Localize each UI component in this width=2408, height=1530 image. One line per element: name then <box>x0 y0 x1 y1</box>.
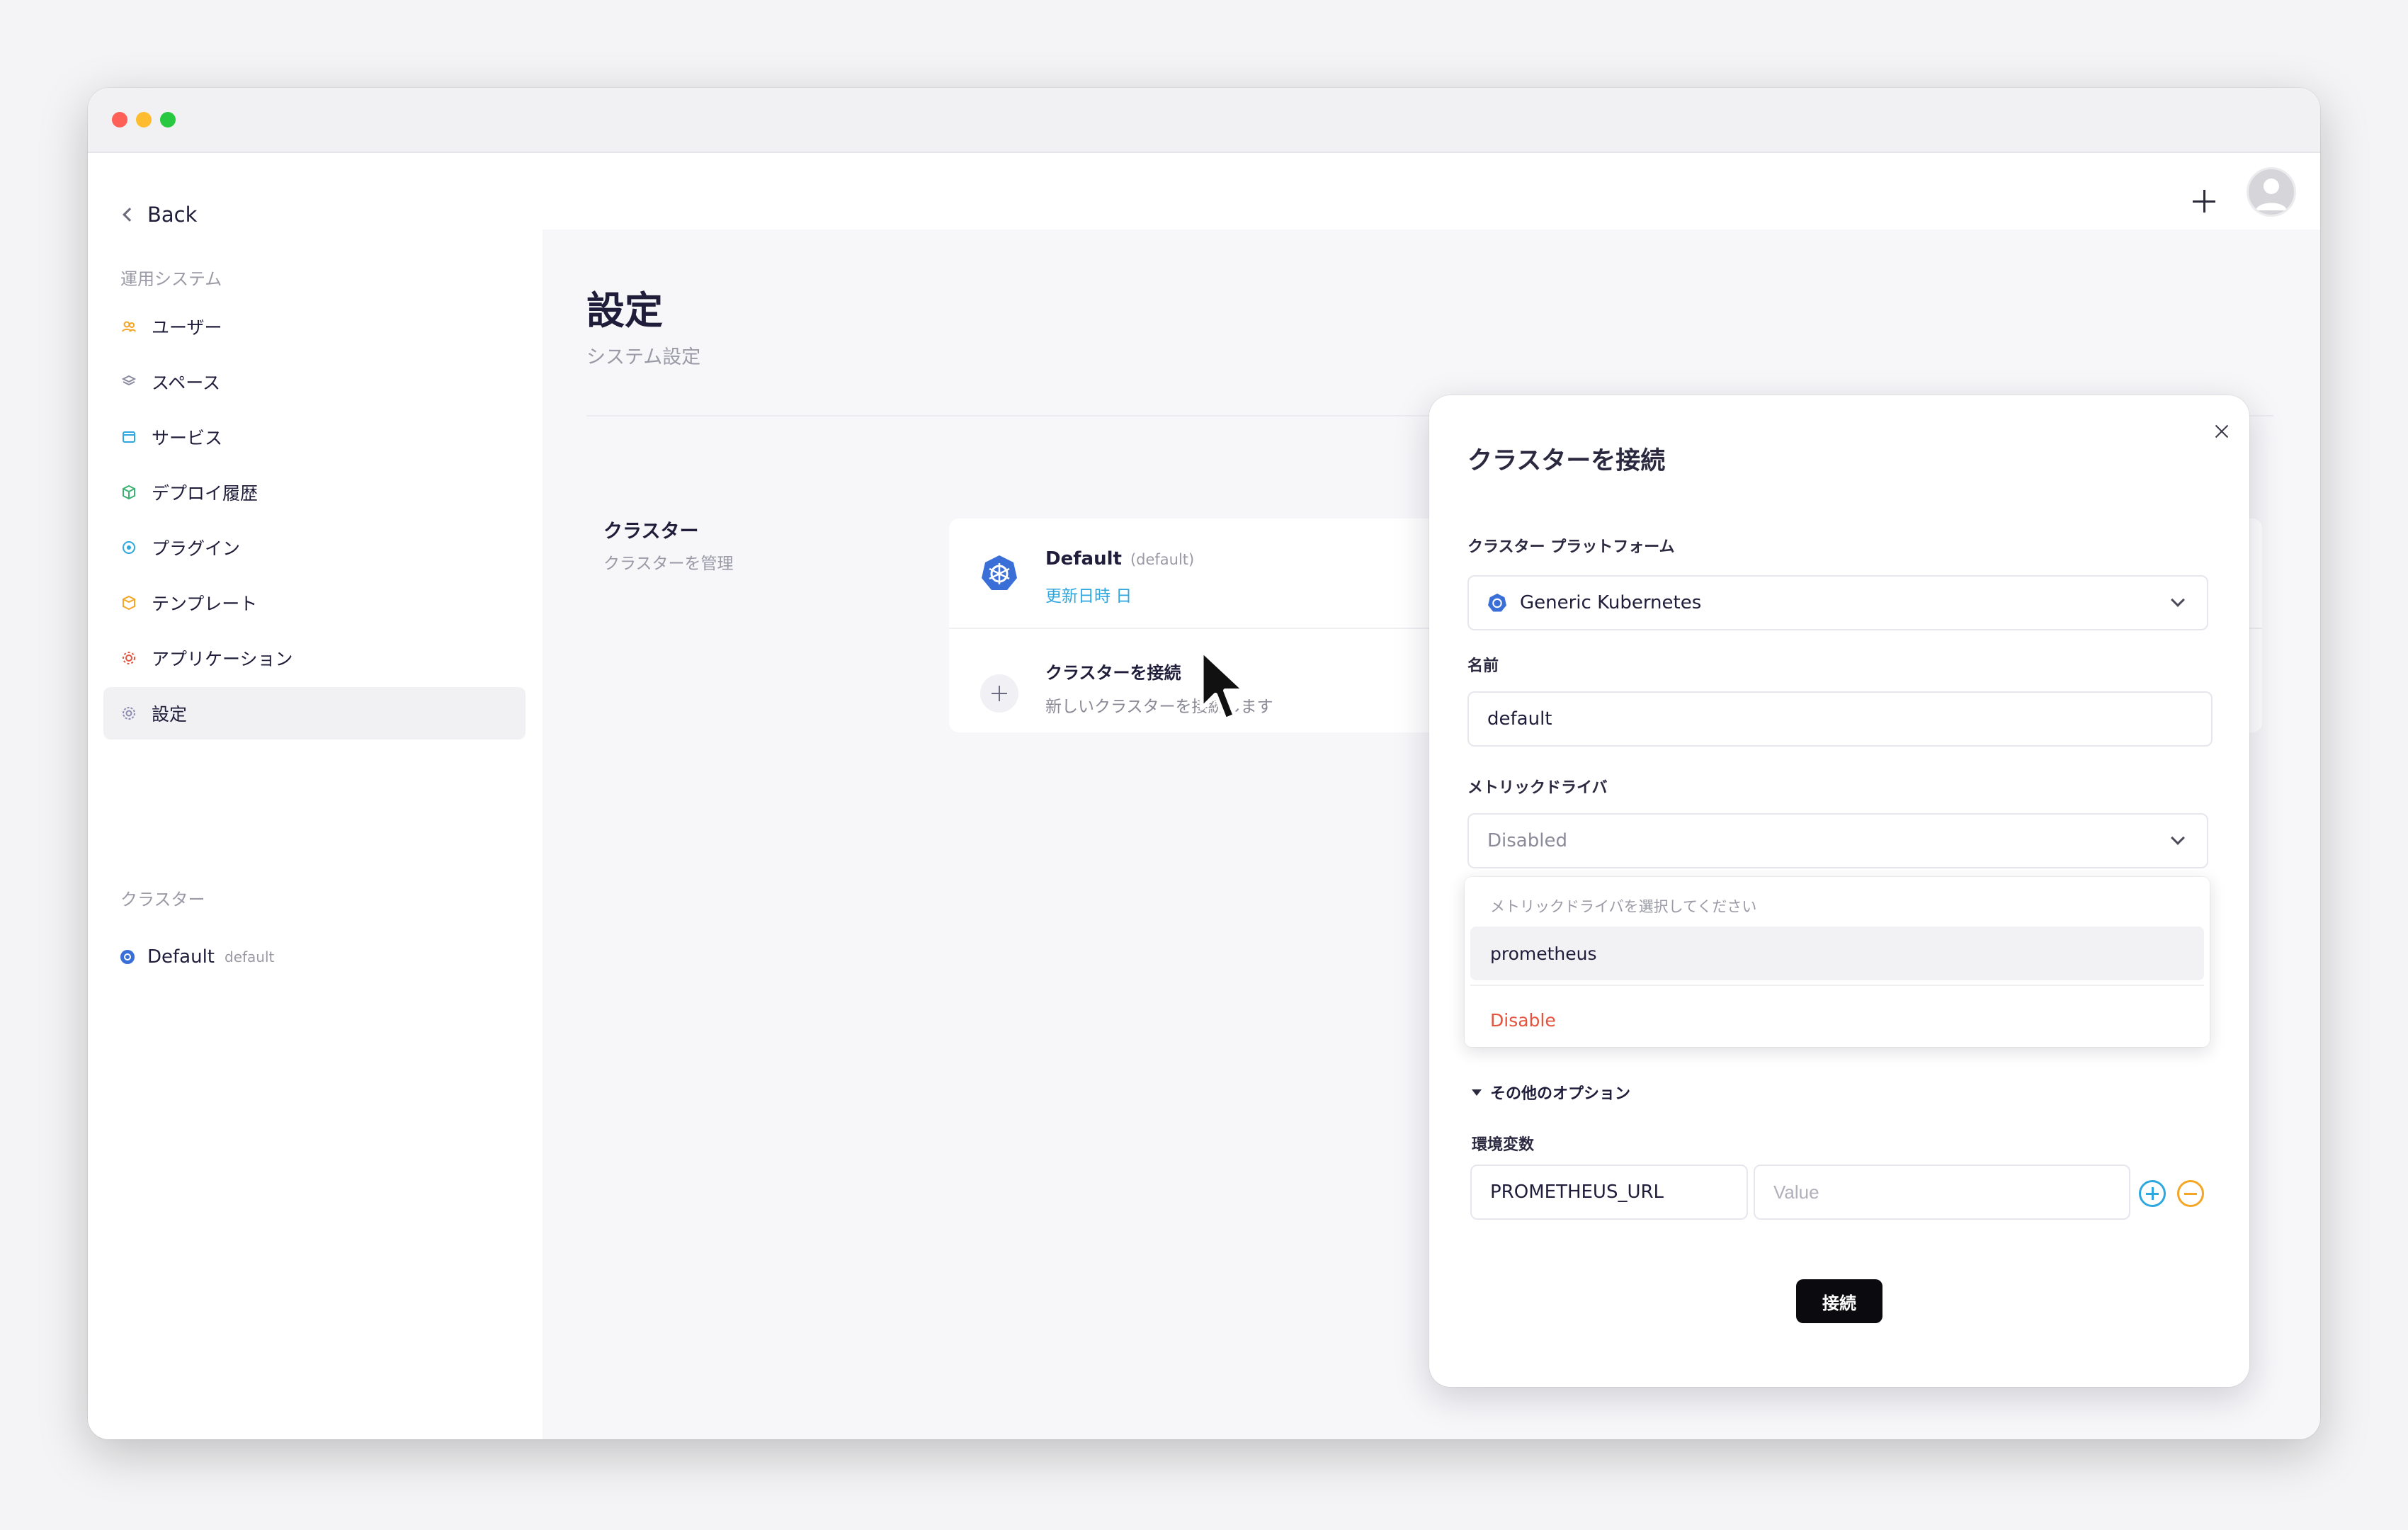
metrics-driver-label: メトリックドライバ <box>1467 779 1608 797</box>
page-subtitle: システム設定 <box>586 346 701 368</box>
section-label-clusters: クラスター <box>120 890 205 910</box>
more-options-toggle[interactable]: その他のオプション <box>1472 1081 1630 1104</box>
chevron-down-icon <box>2171 831 2185 845</box>
chevron-left-icon <box>123 208 137 222</box>
remove-env-var-button[interactable] <box>2177 1180 2204 1207</box>
sidebar-item-label: ユーザー <box>152 317 222 338</box>
kubernetes-icon <box>120 950 135 964</box>
sidebar-item-label: デプロイ履歴 <box>152 483 259 504</box>
sidebar-item-label: サービス <box>152 428 223 448</box>
dropdown-option-prometheus[interactable]: prometheus <box>1470 926 2204 980</box>
sidebar-item-label: アプリケーション <box>152 649 293 669</box>
metrics-driver-dropdown: メトリックドライバを選択してください prometheus Disable <box>1465 877 2210 1047</box>
avatar[interactable] <box>2247 167 2296 217</box>
cluster-section-subtitle: クラスターを管理 <box>603 555 734 573</box>
close-icon[interactable] <box>2211 421 2232 442</box>
sidebar-item-deploy-history[interactable]: デプロイ履歴 <box>103 466 526 518</box>
cluster-section-title: クラスター <box>603 521 699 543</box>
dropdown-option-disable[interactable]: Disable <box>1470 993 2204 1047</box>
sidebar-item-settings[interactable]: 設定 <box>103 687 526 740</box>
window-minimize-button[interactable] <box>136 112 152 128</box>
back-label: Back <box>147 203 198 227</box>
sidebar-item-label: スペース <box>152 373 221 393</box>
sidebar-item-cluster-default[interactable]: Default default <box>103 931 526 983</box>
package-icon <box>120 594 137 611</box>
env-key-value: PROMETHEUS_URL <box>1490 1182 1664 1203</box>
sidebar-item-label: テンプレート <box>152 594 258 614</box>
connect-cluster-dialog: クラスターを接続 クラスター プラットフォーム Generic Kubernet… <box>1429 395 2249 1387</box>
sidebar: Back 運用システム ユーザー スペース サービス デプロイ履歴 プラグイン … <box>88 153 543 1439</box>
env-value-input[interactable] <box>1754 1164 2130 1220</box>
cluster-name: Default <box>1045 548 1122 570</box>
metrics-driver-value: Disabled <box>1487 830 1567 851</box>
sidebar-item-templates[interactable]: テンプレート <box>103 577 526 629</box>
sidebar-item-users[interactable]: ユーザー <box>103 300 526 353</box>
cluster-name: Default <box>147 946 215 968</box>
window-icon <box>120 429 137 446</box>
sidebar-item-services[interactable]: サービス <box>103 411 526 463</box>
gear-app-icon <box>120 650 137 667</box>
plugin-icon <box>120 539 137 556</box>
name-value: default <box>1487 708 1552 730</box>
connect-cluster-title: クラスターを接続 <box>1045 663 1181 683</box>
title-bar <box>88 88 2320 153</box>
dialog-title: クラスターを接続 <box>1467 447 1666 475</box>
sidebar-item-applications[interactable]: アプリケーション <box>103 632 526 684</box>
kubernetes-icon <box>1488 594 1506 612</box>
more-options-label: その他のオプション <box>1490 1085 1631 1103</box>
env-key-input[interactable]: PROMETHEUS_URL <box>1470 1164 1748 1220</box>
mouse-cursor-icon <box>1199 647 1247 722</box>
caret-down-icon <box>1472 1089 1482 1096</box>
sidebar-item-spaces[interactable]: スペース <box>103 356 526 408</box>
name-label: 名前 <box>1467 657 1499 675</box>
users-icon <box>120 318 137 335</box>
chevron-down-icon <box>2171 593 2185 607</box>
dropdown-hint: メトリックドライバを選択してください <box>1490 898 1757 915</box>
cluster-tag: default <box>225 948 275 965</box>
env-vars-label: 環境変数 <box>1472 1136 1535 1154</box>
add-env-var-button[interactable] <box>2139 1180 2166 1207</box>
metrics-driver-select[interactable]: Disabled <box>1467 813 2208 868</box>
add-circle-icon <box>980 674 1018 713</box>
sidebar-item-plugins[interactable]: プラグイン <box>103 521 526 574</box>
settings-icon <box>120 705 137 722</box>
cluster-default-name: Default (default) <box>1045 548 1194 570</box>
platform-label: クラスター プラットフォーム <box>1467 538 1675 556</box>
platform-select[interactable]: Generic Kubernetes <box>1467 575 2208 630</box>
cluster-tag: (default) <box>1130 551 1195 568</box>
platform-value: Generic Kubernetes <box>1520 592 1702 613</box>
dropdown-divider <box>1470 985 2204 986</box>
window-close-button[interactable] <box>112 112 127 128</box>
add-icon[interactable] <box>2191 188 2217 214</box>
app-window: Back 運用システム ユーザー スペース サービス デプロイ履歴 プラグイン … <box>88 88 2320 1439</box>
page-title: 設定 <box>586 288 663 333</box>
layers-icon <box>120 373 137 390</box>
window-maximize-button[interactable] <box>160 112 176 128</box>
kubernetes-icon <box>982 555 1017 590</box>
sidebar-item-label: プラグイン <box>152 538 241 559</box>
connect-button[interactable]: 接続 <box>1796 1279 1882 1323</box>
back-button[interactable]: Back <box>120 203 197 227</box>
box-icon <box>120 484 137 501</box>
cluster-updated-link[interactable]: 更新日時 日 <box>1045 582 1132 606</box>
name-input[interactable]: default <box>1467 691 2213 747</box>
section-label-system: 運用システム <box>120 269 222 289</box>
sidebar-item-label: 設定 <box>152 704 188 725</box>
